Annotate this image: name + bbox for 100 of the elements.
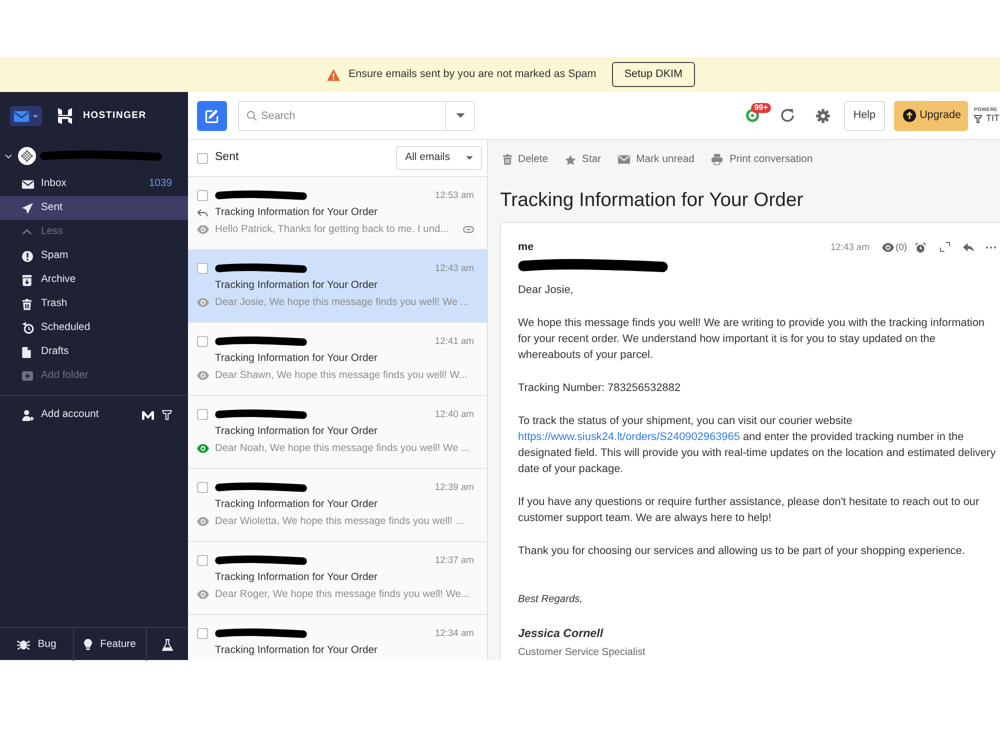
banner-message: Ensure emails sent by you are not marked as Spam <box>348 67 596 82</box>
message-preview: Dear Wioletta, We hope this message finds you well! ... <box>215 514 464 529</box>
compose-button[interactable] <box>197 100 227 130</box>
folder-item[interactable]: Archive <box>0 268 188 292</box>
message-preview: Dear Roger, We hope this message finds you well! We... <box>215 588 470 602</box>
message-subject: Tracking Information for Your Order <box>215 644 378 658</box>
message-paragraph: We hope this message finds you well! We are writing to provide you with the tracking information for your recent order. We understand how important it is for you to stay updated on the whereabouts of your parcel. <box>518 316 986 364</box>
message-subject: Tracking Information for Your Order <box>215 278 378 293</box>
help-button[interactable]: Help <box>844 100 885 130</box>
clock-icon <box>22 322 34 334</box>
envelope-icon <box>618 155 630 164</box>
message-paragraph: Tracking Number: 783256532882 <box>518 380 682 396</box>
folder-item[interactable]: Inbox 1039 <box>0 172 188 196</box>
printer-icon <box>711 154 724 166</box>
select-checkbox[interactable] <box>197 263 208 274</box>
add-account-item[interactable]: Add account <box>0 403 188 427</box>
select-checkbox[interactable] <box>197 336 208 347</box>
message-row[interactable]: 12:43 am Tracking Information for Your Order Dear Josie, We hope this message finds you well! We ... <box>188 250 487 323</box>
search-field[interactable]: Search <box>238 100 445 130</box>
delete-button[interactable]: Delete <box>503 152 548 168</box>
envelope-icon <box>14 110 29 122</box>
trash-icon <box>503 154 512 166</box>
folder-item[interactable]: Sent <box>0 196 188 220</box>
paper-plane-icon <box>22 202 33 214</box>
select-checkbox[interactable] <box>197 409 208 420</box>
alarm-icon[interactable] <box>915 242 926 253</box>
signature-title: Customer Service Specialist <box>518 646 646 660</box>
bug-report-button[interactable]: Bug <box>0 628 73 661</box>
message-subject: Tracking Information for Your Order <box>215 424 378 439</box>
star-icon <box>565 154 576 165</box>
arrow-up-icon <box>902 109 916 122</box>
signature-name: Jessica Cornell <box>518 626 604 642</box>
eye-icon[interactable] <box>882 242 894 252</box>
notification-badge: 99+ <box>751 103 771 113</box>
ring-icon[interactable] <box>746 109 760 122</box>
feature-request-button[interactable]: Feature <box>73 628 146 661</box>
message-subject: Tracking Information for Your Order <box>215 498 378 512</box>
bug-icon <box>16 640 30 650</box>
star-button[interactable]: Star <box>565 152 602 168</box>
caret-icon <box>33 114 38 118</box>
view-count: (0) <box>896 240 907 254</box>
message-preview: Dear Josie, We hope this message finds you well! We ... <box>215 296 469 310</box>
document-icon <box>22 346 31 358</box>
message-paragraph: If you have any questions or require further assistance, please don't hesitate to reach out to our customer support team. We are always here to help! <box>518 495 980 526</box>
message-subject: Tracking Information for Your Order <box>215 352 378 366</box>
message-time: 12:37 am <box>434 553 474 568</box>
mark-unread-button[interactable]: Mark unread <box>618 152 694 168</box>
message-time: 12:34 am <box>434 626 474 640</box>
chevron-icon[interactable] <box>5 154 12 158</box>
folder-item[interactable]: Scheduled <box>0 316 188 340</box>
caret-icon <box>456 113 464 118</box>
m-logo-icon[interactable] <box>142 410 154 420</box>
folder-item[interactable]: Spam <box>0 244 188 268</box>
select-checkbox[interactable] <box>197 190 208 201</box>
plus-icon <box>22 371 33 381</box>
caret-icon <box>22 229 32 235</box>
flask-icon <box>162 638 173 650</box>
reply-icon[interactable] <box>963 242 974 252</box>
bulb-icon <box>84 639 92 650</box>
message-subject: Tracking Information for Your Order <box>215 570 378 585</box>
logo-icon[interactable] <box>162 410 172 420</box>
envelope-icon <box>22 180 34 188</box>
compose-icon <box>205 108 219 122</box>
archive-icon <box>22 274 32 286</box>
search-icon <box>247 110 257 120</box>
print-button[interactable]: Print conversation <box>711 152 813 168</box>
more-icon[interactable] <box>986 246 996 249</box>
message-time: 12:40 am <box>434 407 474 422</box>
message-time: 12:53 am <box>434 188 474 202</box>
message-time: 12:39 am <box>434 480 474 494</box>
logo-icon <box>974 114 982 122</box>
select-checkbox[interactable] <box>197 482 208 493</box>
logo-icon <box>57 108 73 124</box>
settings-icon[interactable] <box>816 108 830 122</box>
partner-name: TIT <box>986 113 1000 124</box>
refresh-icon[interactable] <box>781 109 794 122</box>
upgrade-button[interactable]: Upgrade <box>894 100 968 130</box>
folder-item[interactable]: Trash <box>0 292 188 316</box>
filter-dropdown[interactable]: All emails <box>396 146 482 170</box>
conversation-title: Tracking Information for Your Order <box>500 188 804 212</box>
tracking-link[interactable]: https://www.siusk24.lt/orders/S240902963965 <box>518 430 740 443</box>
sign-off: Best Regards, <box>518 593 584 608</box>
message-preview: Hello Patrick, Thanks for getting back to me. I und... <box>215 222 449 237</box>
message-paragraph: Thank you for choosing our services and allowing us to be part of your shopping experience. <box>518 544 966 559</box>
avatar-icon <box>18 147 36 165</box>
select-all-checkbox[interactable] <box>197 152 208 164</box>
add-user-icon <box>22 410 34 420</box>
folder-item[interactable]: Drafts <box>0 340 188 364</box>
account-switch-button[interactable] <box>10 106 42 126</box>
select-checkbox[interactable] <box>197 555 208 566</box>
sender-name: me <box>518 240 534 255</box>
message-time: 12:41 am <box>434 334 474 348</box>
message-preview: Dear Noah, We hope this message finds you well! We ... <box>215 442 470 456</box>
message-paragraph: To track the status of your shipment, you can visit our courier website https://www.siusk24.lt/orders/S240902963965 and enter the provided tracking number in the designated field. This will provide you with real-time updates on the location and estimated delivery date of your package. <box>518 414 997 478</box>
trash-icon <box>22 298 32 310</box>
message-subject: Tracking Information for Your Order <box>215 206 378 220</box>
expand-icon[interactable] <box>940 242 950 252</box>
select-checkbox[interactable] <box>197 628 208 639</box>
setup-dkim-button[interactable]: Setup DKIM <box>612 62 695 87</box>
warning-icon <box>327 68 340 80</box>
